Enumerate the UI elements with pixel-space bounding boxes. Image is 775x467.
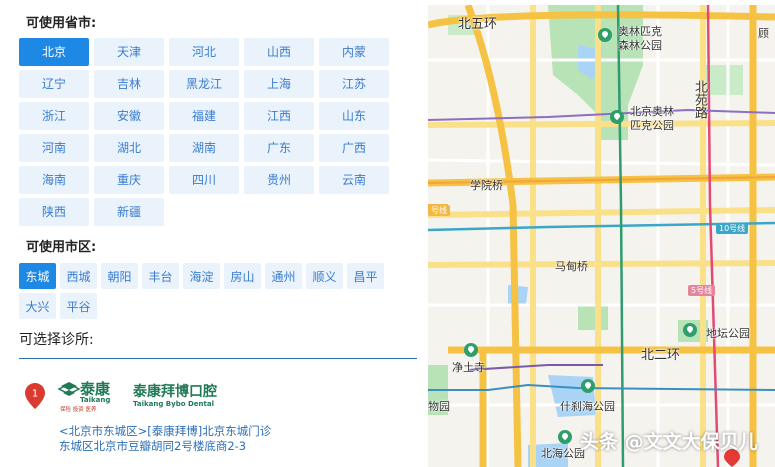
province-button[interactable]: 山西	[244, 38, 314, 66]
province-button-grid: 北京 天津 河北 山西 内蒙辽宁 吉林 黑龙江 上海 江苏浙江 安徽 福建 江西 山东河南 湖北 湖南 广东广…	[19, 38, 399, 226]
province-button[interactable]: 天津	[94, 38, 164, 66]
clinic-divider	[19, 358, 417, 359]
map-label-zoo: 物园	[428, 400, 450, 413]
district-button-grid: 东城 西城 朝阳 丰台 海淀 房山 通州 顺义 昌平大兴 平谷	[19, 263, 409, 319]
map-label-olympic-park-2: 匹克公园	[630, 119, 674, 132]
province-button[interactable]: 黑龙江	[169, 70, 239, 98]
district-button[interactable]: 通州	[265, 263, 302, 289]
district-button[interactable]: 丰台	[142, 263, 179, 289]
province-button[interactable]: 辽宁	[19, 70, 89, 98]
map-label-edge-char: 顾	[758, 27, 769, 40]
province-button[interactable]: 福建	[169, 102, 239, 130]
map-label-olympic-forest-2: 森林公园	[618, 39, 662, 52]
district-button[interactable]: 昌平	[347, 263, 384, 289]
park-poi-icon[interactable]	[558, 430, 572, 444]
province-button[interactable]: 山东	[319, 102, 389, 130]
province-button[interactable]: 湖南	[169, 134, 239, 162]
province-button[interactable]: 浙江	[19, 102, 89, 130]
clinic-section-title: 可选择诊所:	[19, 332, 94, 348]
brand-name-cn: 泰康拜博口腔	[133, 384, 217, 400]
map-label-madian-bridge: 马甸桥	[555, 260, 588, 273]
province-button[interactable]: 北京	[19, 38, 89, 66]
province-button[interactable]: 四川	[169, 166, 239, 194]
district-button[interactable]: 西城	[60, 263, 97, 289]
province-button[interactable]: 广西	[319, 134, 389, 162]
logo-slogan: 保险 投资 医养	[60, 407, 97, 413]
district-button[interactable]: 房山	[224, 263, 261, 289]
clinic-name-link[interactable]: <北京市东城区>[泰康拜博]北京东城门诊	[59, 423, 271, 439]
province-button[interactable]: 贵州	[244, 166, 314, 194]
province-button[interactable]: 湖北	[94, 134, 164, 162]
province-button[interactable]: 江西	[244, 102, 314, 130]
map-label-north-2nd-ring: 北二环	[641, 348, 681, 363]
province-button[interactable]: 陕西	[19, 198, 89, 226]
subway-line-5-tag: 5号线	[688, 285, 716, 296]
map-view[interactable]: 北五环 奥林匹克 森林公园 北京奥林 匹克公园 北苑路 顾 学院桥 马甸桥 地坛…	[428, 5, 775, 467]
brand-name-en: Taikang Bybo Dental	[133, 400, 214, 408]
province-section-title: 可使用省市:	[26, 16, 97, 31]
district-button[interactable]: 东城	[19, 263, 56, 289]
province-button[interactable]: 河北	[169, 38, 239, 66]
province-button[interactable]: 上海	[244, 70, 314, 98]
subway-line-10-tag: 10号线	[716, 223, 749, 234]
map-label-beiyuan-road: 北苑路	[692, 80, 707, 119]
province-button[interactable]: 广东	[244, 134, 314, 162]
map-label-xueyuan-bridge: 学院桥	[470, 179, 503, 192]
map-label-beihai-park: 北海公园	[541, 447, 585, 460]
province-button[interactable]: 吉林	[94, 70, 164, 98]
province-button[interactable]: 海南	[19, 166, 89, 194]
watermark-text: 头条 @文文大保贝儿	[580, 431, 758, 453]
district-button[interactable]: 大兴	[19, 293, 56, 319]
clinic-marker-icon[interactable]: 1	[25, 383, 45, 409]
park-poi-icon[interactable]	[610, 110, 624, 124]
subway-line-left-tag: 号线	[428, 205, 450, 216]
map-label-north-5th-ring: 北五环	[458, 17, 498, 32]
province-button[interactable]: 安徽	[94, 102, 164, 130]
province-button[interactable]: 河南	[19, 134, 89, 162]
district-section-title: 可使用市区:	[26, 240, 97, 255]
park-poi-icon[interactable]	[683, 323, 697, 337]
district-button[interactable]: 顺义	[306, 263, 343, 289]
province-button[interactable]: 江苏	[319, 70, 389, 98]
map-label-jingtu-temple: 净土寺	[452, 361, 485, 374]
map-label-ditan-park: 地坛公园	[706, 327, 750, 340]
province-button[interactable]: 新疆	[94, 198, 164, 226]
clinic-marker-index: 1	[32, 389, 38, 400]
province-button[interactable]: 内蒙	[319, 38, 389, 66]
park-poi-icon[interactable]	[581, 379, 595, 393]
logo-en-text: Taikang	[80, 396, 111, 404]
district-button[interactable]: 朝阳	[101, 263, 138, 289]
map-label-shichahai-park: 什刹海公园	[560, 400, 615, 413]
clinic-selector-panel: 可使用省市: 北京 天津 河北 山西 内蒙辽宁 吉林 黑龙江 上海 江苏浙江 安徽 福建 江西 山东河南…	[0, 0, 425, 467]
park-poi-icon[interactable]	[464, 343, 478, 357]
district-button[interactable]: 平谷	[60, 293, 97, 319]
park-poi-icon[interactable]	[598, 28, 612, 42]
province-button[interactable]: 重庆	[94, 166, 164, 194]
clinic-address: 东城区北京市豆瓣胡同2号楼底商2-3	[59, 439, 247, 453]
district-button[interactable]: 海淀	[183, 263, 220, 289]
province-button[interactable]: 云南	[319, 166, 389, 194]
